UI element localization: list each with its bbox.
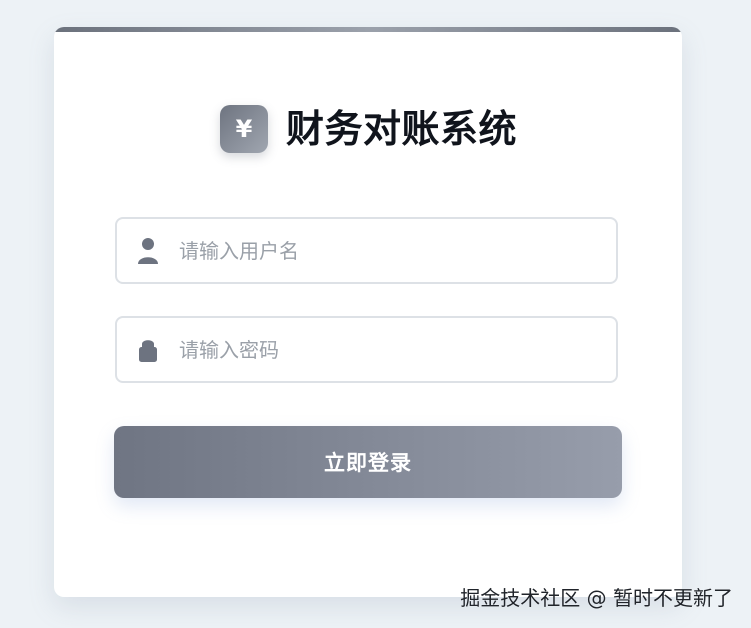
watermark-text: 掘金技术社区 @ 暂时不更新了 [460, 586, 733, 610]
password-field[interactable] [115, 316, 618, 383]
password-input[interactable] [179, 318, 599, 381]
brand-header: ¥ 财务对账系统 [220, 105, 517, 153]
yen-symbol: ¥ [235, 115, 253, 143]
login-card: ¥ 财务对账系统 立即登录 [54, 27, 682, 597]
username-input[interactable] [179, 219, 599, 282]
login-button[interactable]: 立即登录 [114, 426, 622, 498]
yen-icon: ¥ [220, 105, 268, 153]
user-icon [138, 237, 158, 264]
card-top-accent-bar [54, 27, 682, 32]
login-page: ¥ 财务对账系统 立即登录 掘金技术社区 @ 暂时不更新了 [0, 0, 751, 628]
username-field[interactable] [115, 217, 618, 284]
page-title: 财务对账系统 [286, 107, 518, 151]
lock-icon [139, 339, 157, 362]
